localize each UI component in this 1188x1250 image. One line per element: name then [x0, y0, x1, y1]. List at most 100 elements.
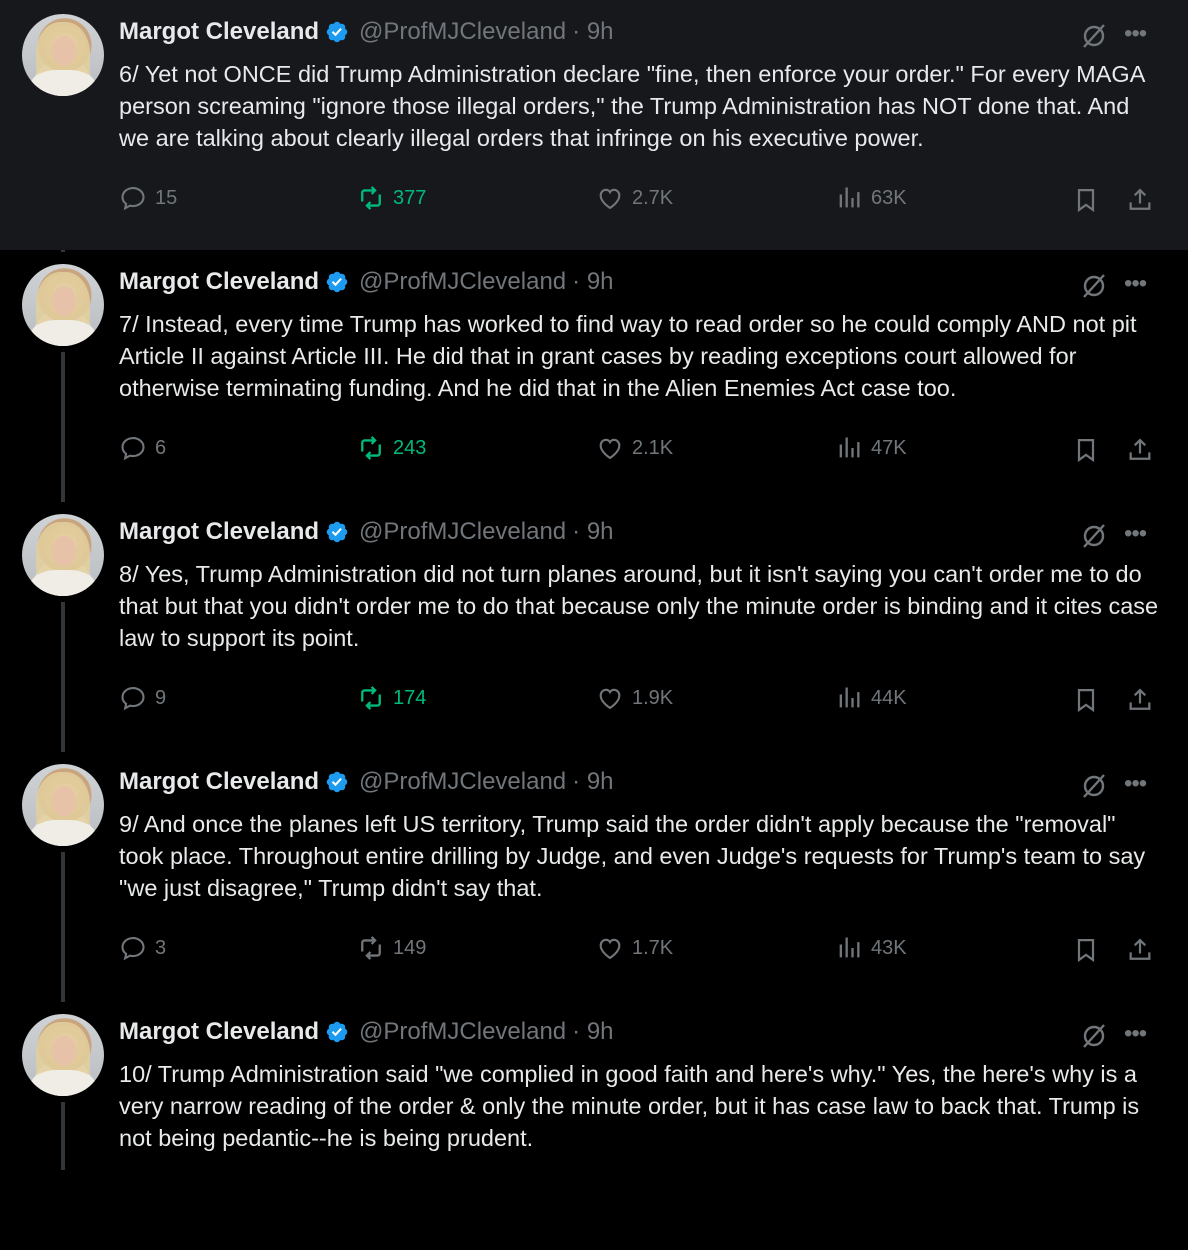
author-name[interactable]: Margot Cleveland [119, 518, 319, 546]
tweet[interactable]: Margot Cleveland @ProfMJCleveland · 9h •… [0, 750, 1188, 1000]
share-icon [1129, 438, 1151, 460]
reply-button[interactable]: 15 [119, 184, 177, 212]
grok-icon[interactable] [1080, 522, 1108, 550]
repost-icon [361, 436, 381, 460]
tweet-text: 9/ And once the planes left US territory… [119, 811, 1146, 901]
repost-button[interactable]: 149 [357, 934, 426, 962]
repost-count: 149 [393, 936, 427, 959]
reply-count: 3 [155, 936, 167, 959]
views-button[interactable]: 63K [835, 184, 907, 212]
views-chart-icon [839, 437, 860, 458]
tweet-time[interactable]: · 9h [572, 1018, 613, 1046]
views-button[interactable]: 47K [835, 434, 907, 462]
bookmark-button[interactable] [1072, 686, 1100, 719]
tweet-text: 8/ Yes, Trump Administration did not tur… [119, 561, 1159, 651]
tweet-header: Margot Cleveland @ProfMJCleveland · 9h [119, 516, 614, 548]
bookmark-icon [1077, 688, 1095, 713]
verified-badge-icon [325, 270, 349, 294]
grok-icon[interactable] [1080, 272, 1108, 300]
avatar[interactable] [22, 1014, 104, 1096]
tweet-actions: 3 149 1.7K 43K [0, 934, 1188, 968]
reply-button[interactable]: 9 [119, 684, 166, 712]
share-button[interactable] [1126, 436, 1154, 469]
bookmark-button[interactable] [1072, 186, 1100, 219]
author-handle[interactable]: @ProfMJCleveland [359, 268, 566, 296]
author-handle[interactable]: @ProfMJCleveland [359, 768, 566, 796]
tweet[interactable]: Margot Cleveland @ProfMJCleveland · 9h •… [0, 250, 1188, 500]
tweet-time[interactable]: · 9h [572, 268, 613, 296]
share-button[interactable] [1126, 186, 1154, 219]
repost-count: 174 [393, 686, 427, 709]
tweet-header: Margot Cleveland @ProfMJCleveland · 9h [119, 1016, 614, 1048]
tweet[interactable]: Margot Cleveland @ProfMJCleveland · 9h •… [0, 1000, 1188, 1250]
tweet-actions: 6 243 2.1K 47K [0, 434, 1188, 468]
author-handle[interactable]: @ProfMJCleveland [359, 18, 566, 46]
tweet[interactable]: Margot Cleveland @ProfMJCleveland · 9h •… [0, 500, 1188, 750]
tweet-time[interactable]: · 9h [572, 518, 613, 546]
grok-icon[interactable] [1080, 772, 1108, 800]
repost-icon [361, 936, 381, 960]
more-options-icon[interactable]: ••• [1124, 520, 1147, 548]
like-button[interactable]: 2.1K [596, 434, 673, 462]
bookmark-icon [1077, 188, 1095, 213]
views-button[interactable]: 44K [835, 684, 907, 712]
share-button[interactable] [1126, 936, 1154, 969]
more-options-icon[interactable]: ••• [1124, 770, 1147, 798]
tweet-time[interactable]: · 9h [572, 18, 613, 46]
share-icon [1129, 688, 1151, 710]
views-chart-icon [839, 687, 860, 708]
view-count: 44K [871, 686, 907, 709]
heart-icon [599, 188, 621, 210]
share-icon [1129, 938, 1151, 960]
reply-button[interactable]: 6 [119, 434, 166, 462]
reply-button[interactable]: 3 [119, 934, 166, 962]
author-name[interactable]: Margot Cleveland [119, 1018, 319, 1046]
bookmark-icon [1077, 938, 1095, 963]
verified-badge-icon [325, 1020, 349, 1044]
grok-icon[interactable] [1080, 22, 1108, 50]
tweet-time[interactable]: · 9h [572, 768, 613, 796]
bookmark-button[interactable] [1072, 436, 1100, 469]
reply-count: 6 [155, 436, 167, 459]
more-options-icon[interactable]: ••• [1124, 20, 1147, 48]
verified-badge-icon [325, 520, 349, 544]
avatar[interactable] [22, 264, 104, 346]
repost-count: 377 [393, 186, 427, 209]
share-icon [1129, 188, 1151, 210]
author-handle[interactable]: @ProfMJCleveland [359, 518, 566, 546]
grok-icon[interactable] [1080, 1022, 1108, 1050]
more-options-icon[interactable]: ••• [1124, 270, 1147, 298]
repost-icon [361, 686, 381, 710]
avatar[interactable] [22, 14, 104, 96]
avatar[interactable] [22, 764, 104, 846]
like-count: 1.9K [632, 686, 674, 709]
bookmark-button[interactable] [1072, 936, 1100, 969]
reply-icon [121, 437, 145, 461]
like-button[interactable]: 2.7K [596, 184, 673, 212]
tweet-header: Margot Cleveland @ProfMJCleveland · 9h [119, 766, 614, 798]
repost-button[interactable]: 243 [357, 434, 426, 462]
like-button[interactable]: 1.9K [596, 684, 673, 712]
repost-button[interactable]: 174 [357, 684, 426, 712]
view-count: 63K [871, 186, 907, 209]
author-name[interactable]: Margot Cleveland [119, 18, 319, 46]
verified-badge-icon [325, 20, 349, 44]
heart-icon [599, 938, 621, 960]
tweet[interactable]: Margot Cleveland @ProfMJCleveland · 9h •… [0, 0, 1188, 250]
tweet-header: Margot Cleveland @ProfMJCleveland · 9h [119, 16, 614, 48]
like-button[interactable]: 1.7K [596, 934, 673, 962]
views-button[interactable]: 43K [835, 934, 907, 962]
view-count: 43K [871, 936, 907, 959]
avatar[interactable] [22, 514, 104, 596]
reply-icon [121, 687, 145, 711]
repost-button[interactable]: 377 [357, 184, 426, 212]
reply-count: 15 [155, 186, 178, 209]
like-count: 1.7K [632, 936, 674, 959]
tweet-text: 7/ Instead, every time Trump has worked … [119, 311, 1137, 401]
share-button[interactable] [1126, 686, 1154, 719]
tweet-actions: 9 174 1.9K 44K [0, 684, 1188, 718]
author-name[interactable]: Margot Cleveland [119, 768, 319, 796]
author-handle[interactable]: @ProfMJCleveland [359, 1018, 566, 1046]
author-name[interactable]: Margot Cleveland [119, 268, 319, 296]
more-options-icon[interactable]: ••• [1124, 1020, 1147, 1048]
